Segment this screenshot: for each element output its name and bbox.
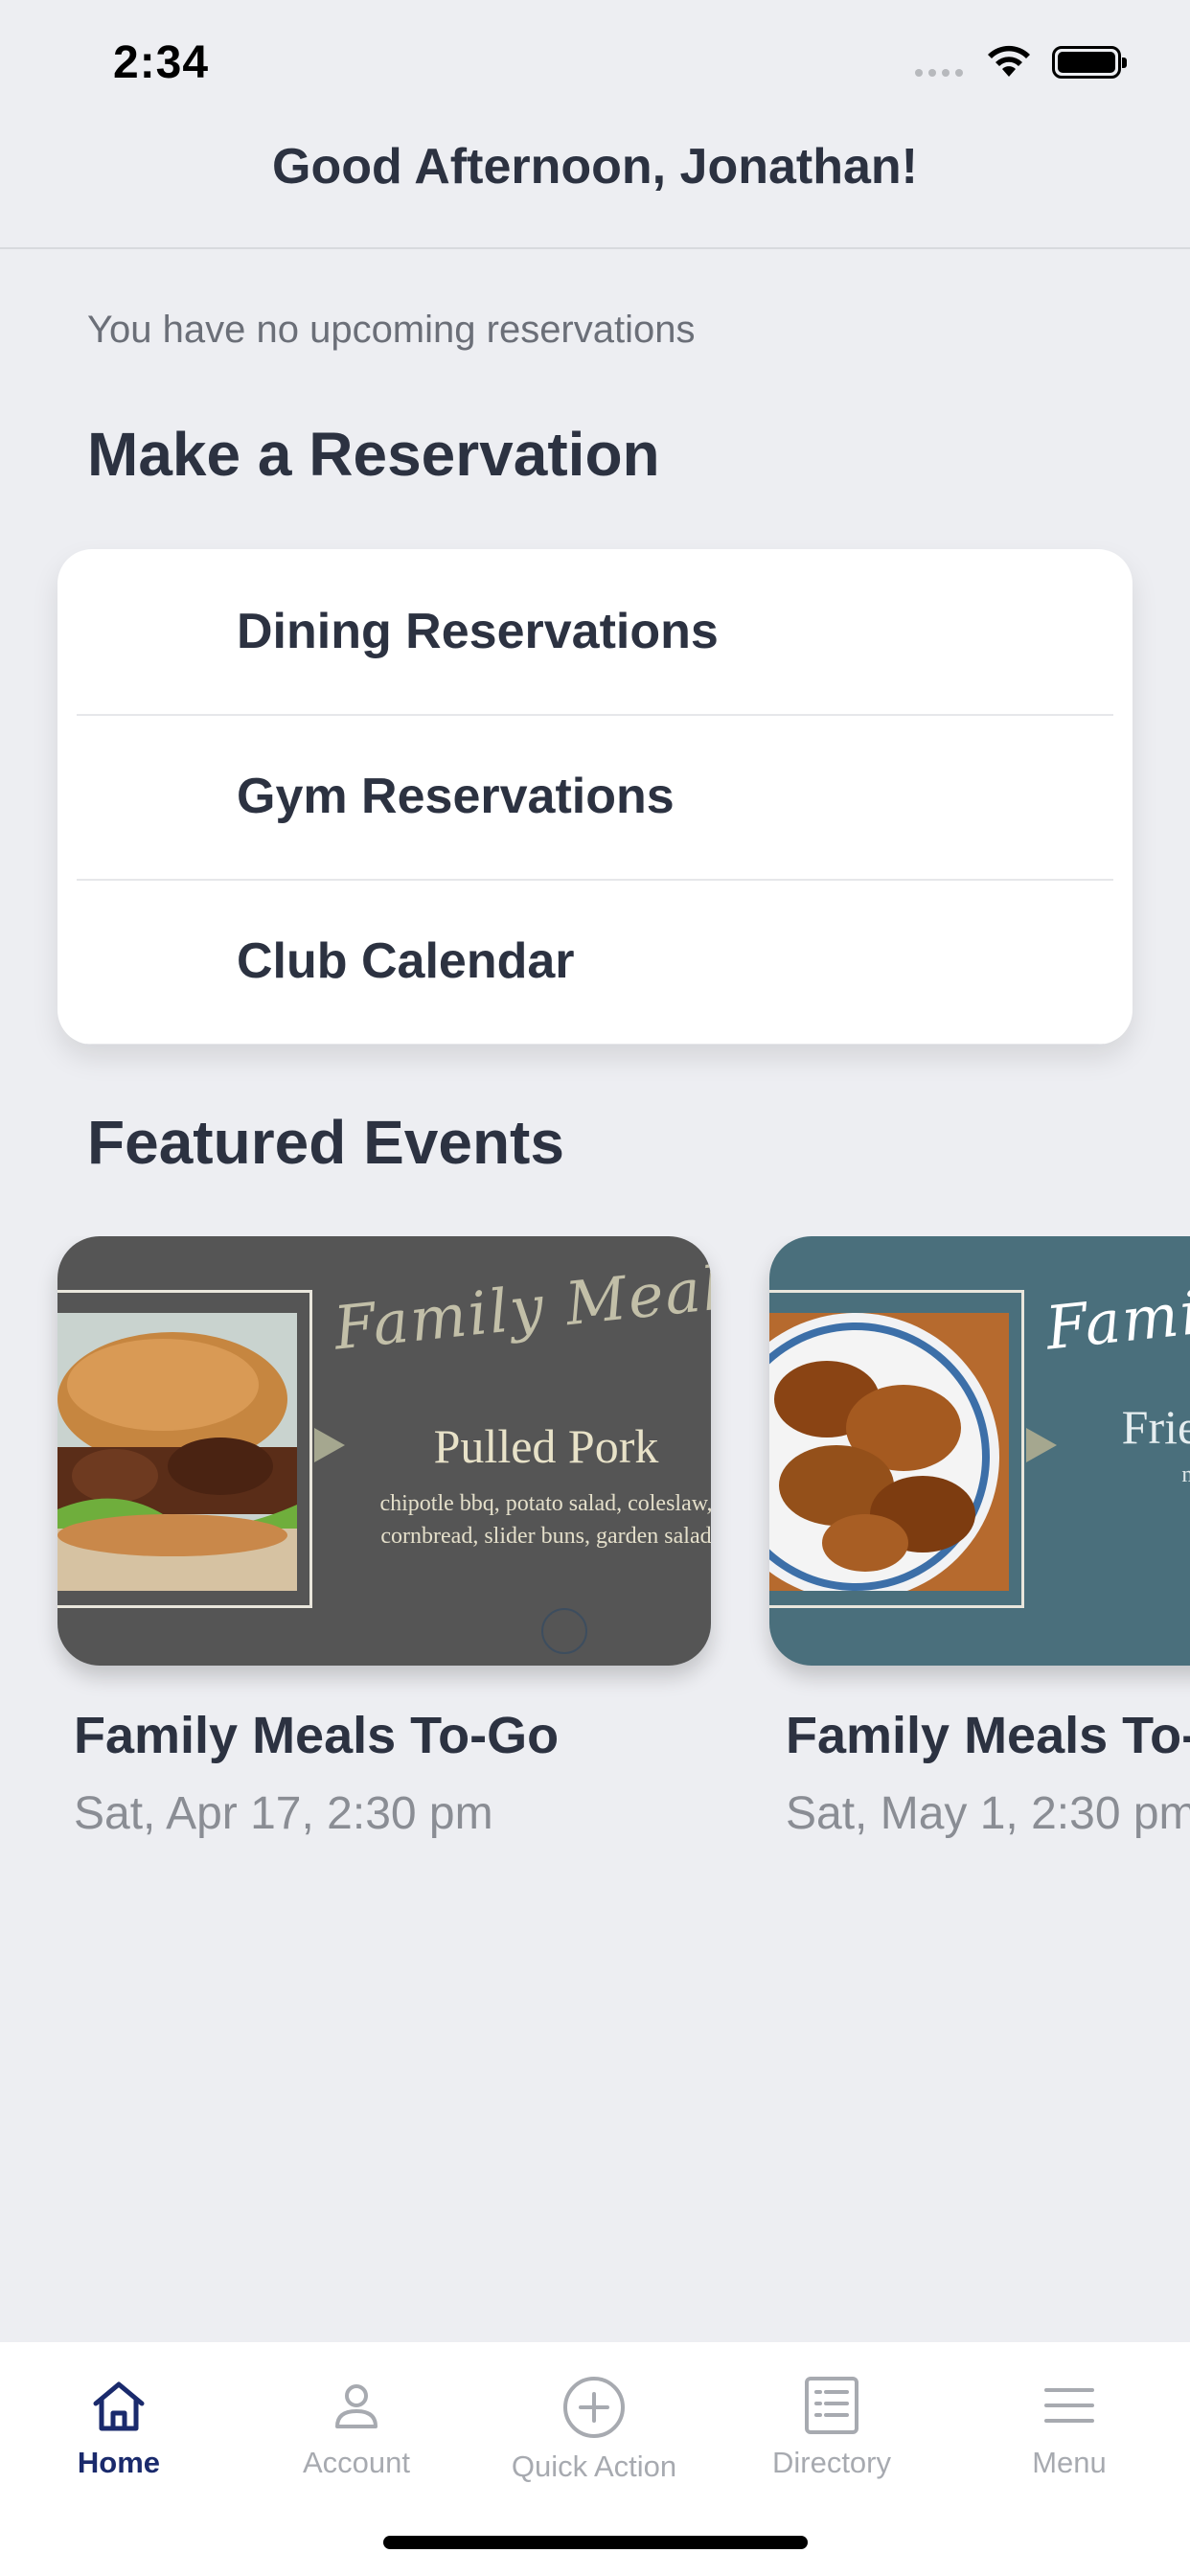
tab-home[interactable]: Home [0,2375,238,2509]
club-calendar-label: Club Calendar [237,933,575,989]
poster-dish: Pulled Pork [433,1419,659,1473]
gym-reservations-label: Gym Reservations [237,769,675,824]
account-icon [335,2384,378,2428]
poster-description: chipotle bbq, potato salad, coleslaw, co… [379,1491,711,1549]
tab-quick-action[interactable]: Quick Action [475,2375,713,2509]
dining-reservations-label: Dining Reservations [237,604,719,659]
menu-icon [1044,2388,1094,2423]
featured-events-carousel[interactable]: Family Meals To-Go Pulled Pork chipotle … [0,1236,1190,1859]
event-poster[interactable]: Family Meals To-Go Pulled Pork chipotle … [57,1236,711,1666]
event-card[interactable]: Family Fried Chicken mashed potatoes Fam… [769,1236,1190,1839]
event-title: Family Meals To-Go [786,1707,1190,1764]
event-date: Sat, Apr 17, 2:30 pm [74,1788,493,1839]
tab-account[interactable]: Account [238,2375,475,2509]
featured-events-title: Featured Events [87,1108,564,1177]
tab-label: Quick Action [511,2450,677,2483]
poster-arrow [1026,1428,1057,1462]
event-date: Sat, May 1, 2:30 pm [786,1788,1190,1839]
dining-reservations-item[interactable]: Dining Reservations [77,549,1113,716]
signal-icon [915,69,963,77]
tab-label: Account [302,2446,410,2479]
poster-script-title: Family [1042,1271,1190,1364]
home-indicator [383,2536,808,2549]
poster-arrow [314,1428,345,1462]
event-title: Family Meals To-Go [74,1707,560,1764]
poster-description: mashed potatoes [1076,1459,1190,1491]
battery-icon [1052,46,1127,79]
event-poster[interactable]: Family Fried Chicken mashed potatoes [769,1236,1190,1666]
tab-menu[interactable]: Menu [950,2375,1188,2509]
header: Good Afternoon, Jonathan! [0,125,1190,249]
tab-label: Directory [771,2446,891,2479]
make-reservation-title: Make a Reservation [87,420,660,489]
reservation-card: Dining Reservations Gym Reservations Clu… [57,549,1133,1045]
fried-chicken-image [769,1313,1009,1591]
directory-icon [805,2377,858,2434]
club-calendar-item[interactable]: Club Calendar [77,879,1113,1045]
plus-circle-icon [563,2377,625,2438]
status-time: 2:34 [113,37,210,88]
pulled-pork-sandwich-image [57,1313,297,1591]
reservations-note: You have no upcoming reservations [87,309,696,351]
gym-reservations-item[interactable]: Gym Reservations [77,714,1113,881]
page-title: Good Afternoon, Jonathan! [272,139,918,195]
tab-directory[interactable]: Directory [713,2375,950,2509]
status-bar: 2:34 [0,0,1190,125]
club-seal-icon [541,1608,587,1654]
tab-label: Home [77,2446,161,2479]
tab-label: Menu [1032,2446,1107,2479]
home-icon [93,2381,145,2431]
event-card[interactable]: Family Meals To-Go Pulled Pork chipotle … [57,1236,711,1839]
poster-script-title: Family Meals To-Go [331,1236,711,1364]
wifi-icon [988,45,1030,77]
poster-dish: Fried Chicken [1121,1400,1190,1454]
